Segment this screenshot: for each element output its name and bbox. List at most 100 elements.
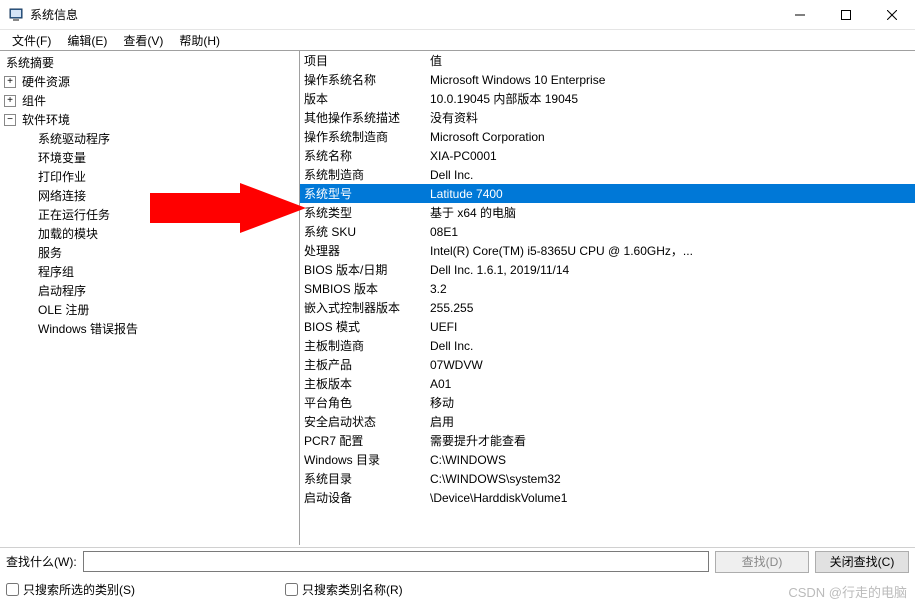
- detail-name: 系统名称: [304, 147, 430, 164]
- detail-name: 版本: [304, 90, 430, 107]
- minimize-button[interactable]: [777, 0, 823, 30]
- tree-services[interactable]: 服务: [0, 243, 299, 262]
- detail-name: 启动设备: [304, 489, 430, 506]
- cb-names-only-label: 只搜索类别名称(R): [302, 581, 403, 598]
- detail-name: 安全启动状态: [304, 413, 430, 430]
- detail-name: 系统类型: [304, 204, 430, 221]
- detail-value: Dell Inc.: [430, 339, 915, 353]
- find-button[interactable]: 查找(D): [715, 551, 809, 573]
- detail-row[interactable]: SMBIOS 版本3.2: [300, 279, 915, 298]
- maximize-button[interactable]: [823, 0, 869, 30]
- detail-value: 3.2: [430, 282, 915, 296]
- detail-row[interactable]: 版本10.0.19045 内部版本 19045: [300, 89, 915, 108]
- detail-name: 主板制造商: [304, 337, 430, 354]
- detail-row[interactable]: 系统制造商Dell Inc.: [300, 165, 915, 184]
- tree-label: 组件: [20, 91, 48, 110]
- tree-components[interactable]: + 组件: [0, 91, 299, 110]
- detail-row[interactable]: 安全启动状态启用: [300, 412, 915, 431]
- cb-selected-only-wrap[interactable]: 只搜索所选的类别(S): [6, 581, 135, 598]
- window-controls: [777, 0, 915, 29]
- search-options: 只搜索所选的类别(S) 只搜索类别名称(R): [0, 577, 915, 601]
- cb-selected-only[interactable]: [6, 583, 19, 596]
- detail-name: 操作系统名称: [304, 71, 430, 88]
- body-area: 系统摘要 + 硬件资源 + 组件 − 软件环境 系统驱动程序 环境变量 打印作业…: [0, 50, 915, 545]
- detail-value: 255.255: [430, 301, 915, 315]
- tree-hardware[interactable]: + 硬件资源: [0, 72, 299, 91]
- detail-value: Microsoft Windows 10 Enterprise: [430, 73, 915, 87]
- detail-name: BIOS 模式: [304, 318, 430, 335]
- detail-row[interactable]: 主板版本A01: [300, 374, 915, 393]
- tree-sys-drivers[interactable]: 系统驱动程序: [0, 129, 299, 148]
- tree-startup-programs[interactable]: 启动程序: [0, 281, 299, 300]
- tree-software-env[interactable]: − 软件环境: [0, 110, 299, 129]
- detail-value: 移动: [430, 394, 915, 411]
- detail-row[interactable]: 平台角色移动: [300, 393, 915, 412]
- collapse-icon[interactable]: −: [4, 114, 16, 126]
- detail-row[interactable]: 系统目录C:\WINDOWS\system32: [300, 469, 915, 488]
- details-pane: 项目 值 操作系统名称Microsoft Windows 10 Enterpri…: [300, 51, 915, 545]
- detail-row[interactable]: Windows 目录C:\WINDOWS: [300, 450, 915, 469]
- detail-name: 系统型号: [304, 185, 430, 202]
- menu-bar: 文件(F) 编辑(E) 查看(V) 帮助(H): [0, 30, 915, 50]
- detail-value: C:\WINDOWS: [430, 453, 915, 467]
- title-bar: 系统信息: [0, 0, 915, 30]
- detail-value: A01: [430, 377, 915, 391]
- detail-name: 主板版本: [304, 375, 430, 392]
- tree-running-tasks[interactable]: 正在运行任务: [0, 205, 299, 224]
- detail-value: 07WDVW: [430, 358, 915, 372]
- search-input[interactable]: [83, 551, 709, 572]
- tree-system-summary[interactable]: 系统摘要: [0, 53, 299, 72]
- detail-name: 嵌入式控制器版本: [304, 299, 430, 316]
- close-button[interactable]: [869, 0, 915, 30]
- tree-net-conn[interactable]: 网络连接: [0, 186, 299, 205]
- detail-row[interactable]: 系统名称XIA-PC0001: [300, 146, 915, 165]
- detail-value: 没有资料: [430, 109, 915, 126]
- tree-env-vars[interactable]: 环境变量: [0, 148, 299, 167]
- detail-row[interactable]: 主板产品07WDVW: [300, 355, 915, 374]
- detail-row[interactable]: 处理器Intel(R) Core(TM) i5-8365U CPU @ 1.60…: [300, 241, 915, 260]
- close-find-button[interactable]: 关闭查找(C): [815, 551, 909, 573]
- detail-name: PCR7 配置: [304, 432, 430, 449]
- detail-row[interactable]: 嵌入式控制器版本255.255: [300, 298, 915, 317]
- detail-name: 系统目录: [304, 470, 430, 487]
- tree-label: 硬件资源: [20, 72, 72, 91]
- tree-ole-reg[interactable]: OLE 注册: [0, 300, 299, 319]
- detail-name: SMBIOS 版本: [304, 280, 430, 297]
- detail-row[interactable]: 系统型号Latitude 7400: [300, 184, 915, 203]
- tree-pane[interactable]: 系统摘要 + 硬件资源 + 组件 − 软件环境 系统驱动程序 环境变量 打印作业…: [0, 51, 300, 545]
- tree-program-groups[interactable]: 程序组: [0, 262, 299, 281]
- menu-file[interactable]: 文件(F): [4, 30, 59, 51]
- detail-name: 操作系统制造商: [304, 128, 430, 145]
- tree-print-jobs[interactable]: 打印作业: [0, 167, 299, 186]
- menu-help[interactable]: 帮助(H): [171, 30, 228, 51]
- detail-name: 平台角色: [304, 394, 430, 411]
- window-title: 系统信息: [30, 6, 777, 23]
- details-header[interactable]: 项目 值: [300, 51, 915, 70]
- detail-row[interactable]: BIOS 版本/日期Dell Inc. 1.6.1, 2019/11/14: [300, 260, 915, 279]
- expand-icon[interactable]: +: [4, 76, 16, 88]
- detail-value: 08E1: [430, 225, 915, 239]
- detail-row[interactable]: PCR7 配置需要提升才能查看: [300, 431, 915, 450]
- detail-value: 10.0.19045 内部版本 19045: [430, 90, 915, 107]
- menu-edit[interactable]: 编辑(E): [59, 30, 115, 51]
- tree-win-err-report[interactable]: Windows 错误报告: [0, 319, 299, 338]
- detail-name: 其他操作系统描述: [304, 109, 430, 126]
- cb-names-only-wrap[interactable]: 只搜索类别名称(R): [285, 581, 403, 598]
- details-list[interactable]: 项目 值 操作系统名称Microsoft Windows 10 Enterpri…: [300, 51, 915, 545]
- detail-value: XIA-PC0001: [430, 149, 915, 163]
- detail-row[interactable]: 操作系统制造商Microsoft Corporation: [300, 127, 915, 146]
- detail-value: 需要提升才能查看: [430, 432, 915, 449]
- detail-row[interactable]: 操作系统名称Microsoft Windows 10 Enterprise: [300, 70, 915, 89]
- menu-view[interactable]: 查看(V): [115, 30, 171, 51]
- detail-name: BIOS 版本/日期: [304, 261, 430, 278]
- tree-label: 系统摘要: [4, 53, 56, 72]
- detail-row[interactable]: 启动设备\Device\HarddiskVolume1: [300, 488, 915, 507]
- tree-loaded-modules[interactable]: 加载的模块: [0, 224, 299, 243]
- detail-row[interactable]: BIOS 模式UEFI: [300, 317, 915, 336]
- detail-row[interactable]: 其他操作系统描述没有资料: [300, 108, 915, 127]
- expand-icon[interactable]: +: [4, 95, 16, 107]
- detail-row[interactable]: 系统 SKU08E1: [300, 222, 915, 241]
- cb-names-only[interactable]: [285, 583, 298, 596]
- detail-row[interactable]: 主板制造商Dell Inc.: [300, 336, 915, 355]
- detail-row[interactable]: 系统类型基于 x64 的电脑: [300, 203, 915, 222]
